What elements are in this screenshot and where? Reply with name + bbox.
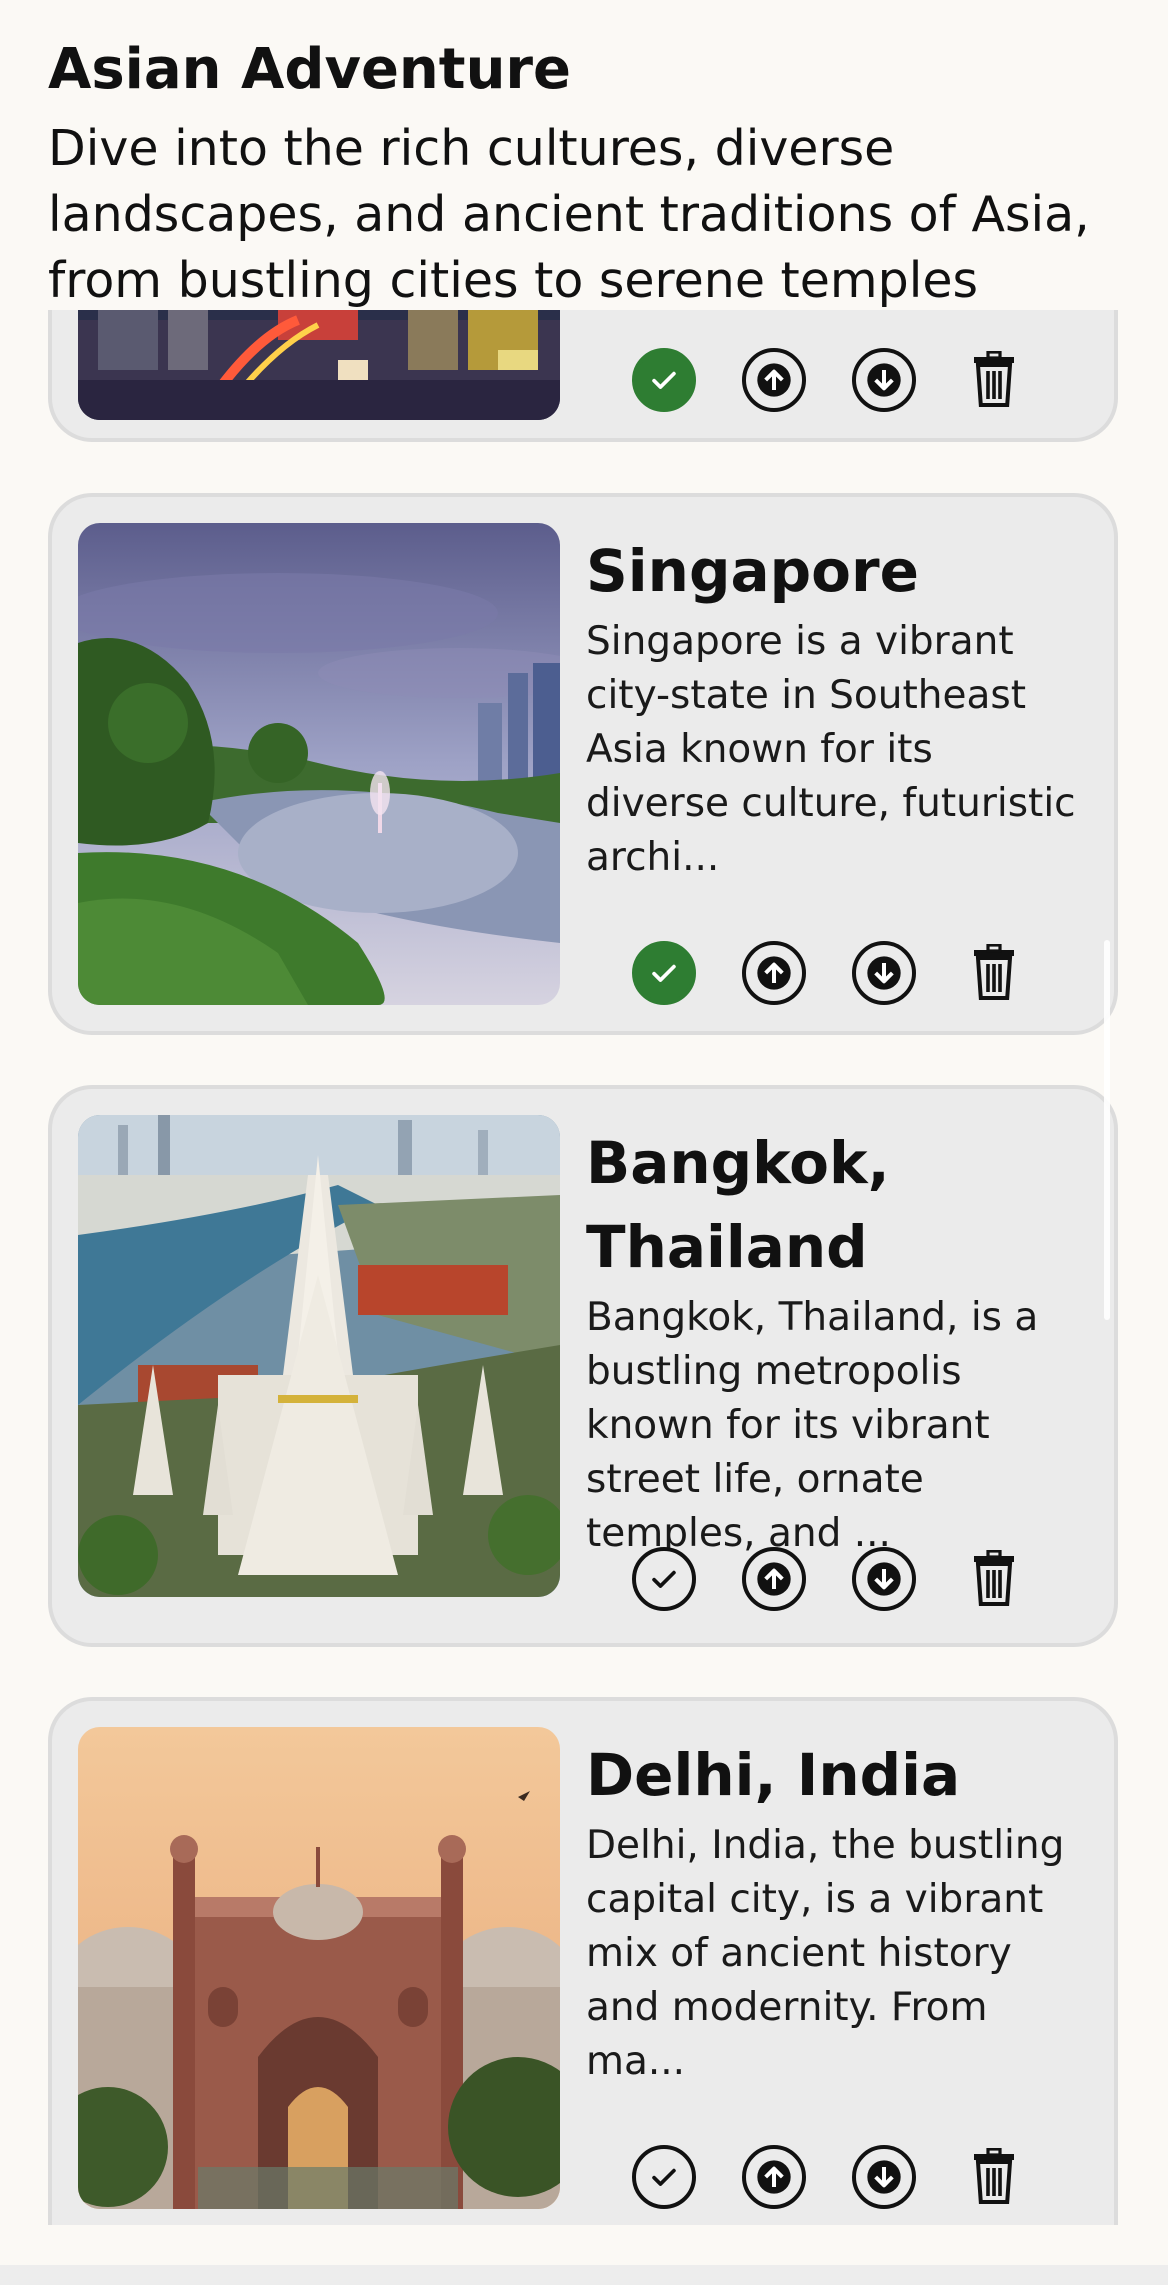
destination-card[interactable] (48, 310, 1118, 442)
move-down-button[interactable] (852, 2145, 916, 2209)
mark-complete-button[interactable] (632, 1547, 696, 1611)
page-title: Asian Adventure (48, 37, 572, 102)
mark-complete-button[interactable] (632, 2145, 696, 2209)
move-down-button[interactable] (852, 1547, 916, 1611)
destination-card[interactable]: Bangkok, Thailand Bangkok, Thailand, is … (48, 1085, 1118, 1647)
delete-button[interactable] (962, 2145, 1026, 2209)
arrow-up-icon (757, 2160, 791, 2194)
destination-title: Delhi, India (586, 1741, 961, 1809)
move-down-button[interactable] (852, 941, 916, 1005)
destination-description: Bangkok, Thailand, is a bustling metropo… (586, 1295, 1039, 1556)
arrow-down-icon (867, 1562, 901, 1596)
destination-photo (78, 1727, 560, 2209)
destination-photo (78, 523, 560, 1005)
card-actions (632, 348, 1062, 412)
bottom-bar (0, 2265, 1168, 2285)
move-down-button[interactable] (852, 348, 916, 412)
scrollbar-thumb[interactable] (1104, 940, 1110, 1320)
destination-photo (78, 310, 560, 420)
check-icon (652, 2168, 676, 2186)
destination-description: Singapore is a vibrant city-state in Sou… (586, 619, 1076, 880)
destination-card[interactable]: Singapore Singapore is a vibrant city-st… (48, 493, 1118, 1035)
arrow-up-icon (757, 363, 791, 397)
arrow-down-icon (867, 956, 901, 990)
move-up-button[interactable] (742, 2145, 806, 2209)
arrow-up-icon (757, 1562, 791, 1596)
move-up-button[interactable] (742, 941, 806, 1005)
arrow-up-icon (757, 956, 791, 990)
arrow-down-icon (867, 363, 901, 397)
move-up-button[interactable] (742, 348, 806, 412)
card-actions (632, 941, 1062, 1005)
card-actions (632, 1547, 1062, 1611)
destination-card[interactable]: Delhi, India Delhi, India, the bustling … (48, 1697, 1118, 2225)
trash-icon (974, 2148, 1014, 2204)
destination-title: Singapore (586, 537, 919, 605)
destination-photo (78, 1115, 560, 1597)
destination-title: Bangkok, Thailand (586, 1129, 890, 1281)
destination-list[interactable]: Singapore Singapore is a vibrant city-st… (0, 310, 1168, 2225)
arrow-down-icon (867, 2160, 901, 2194)
delete-button[interactable] (962, 348, 1026, 412)
trash-icon (974, 351, 1014, 407)
mark-complete-button[interactable] (632, 348, 696, 412)
delete-button[interactable] (962, 941, 1026, 1005)
page-subtitle: Dive into the rich cultures, diverse lan… (48, 120, 1090, 309)
destination-description: Delhi, India, the bustling capital city,… (586, 1823, 1065, 2084)
trash-icon (974, 944, 1014, 1000)
move-up-button[interactable] (742, 1547, 806, 1611)
delete-button[interactable] (962, 1547, 1026, 1611)
check-icon (652, 1570, 676, 1588)
check-icon (652, 964, 676, 982)
mark-complete-button[interactable] (632, 941, 696, 1005)
page-header: Asian Adventure Dive into the rich cultu… (0, 0, 1168, 310)
check-icon (652, 371, 676, 389)
trash-icon (974, 1550, 1014, 1606)
card-actions (632, 2145, 1062, 2209)
